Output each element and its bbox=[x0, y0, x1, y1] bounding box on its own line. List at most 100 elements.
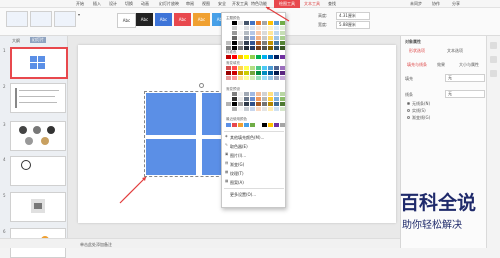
color-swatch[interactable] bbox=[250, 55, 255, 59]
menu-slideshow[interactable]: 幻灯片放映 bbox=[159, 1, 179, 7]
color-swatch[interactable] bbox=[238, 107, 243, 111]
color-swatch[interactable] bbox=[226, 102, 231, 106]
properties-icon[interactable] bbox=[490, 42, 497, 49]
more-fill-colors-item[interactable]: 其他填充颜色(M)... bbox=[230, 135, 264, 141]
color-swatch[interactable] bbox=[256, 123, 261, 127]
color-swatch[interactable] bbox=[238, 71, 243, 75]
notes-placeholder[interactable]: 单击此处添加备注 bbox=[80, 242, 112, 248]
color-swatch[interactable] bbox=[280, 55, 285, 59]
color-swatch[interactable] bbox=[250, 26, 255, 30]
style-swatch-2[interactable]: Abc bbox=[136, 13, 153, 26]
menu-home[interactable]: 开始 bbox=[76, 1, 84, 7]
color-swatch[interactable] bbox=[250, 36, 255, 40]
color-swatch[interactable] bbox=[250, 92, 255, 96]
menu-developer[interactable]: 开发工具 bbox=[232, 1, 248, 7]
color-swatch[interactable] bbox=[232, 31, 237, 35]
color-swatch[interactable] bbox=[280, 66, 285, 70]
slide-thumb-5[interactable] bbox=[10, 192, 66, 222]
search-label[interactable]: 查找 bbox=[328, 1, 336, 7]
radio-solid-line[interactable] bbox=[407, 109, 410, 112]
eyedropper-item[interactable]: 取色器(E) bbox=[230, 144, 248, 150]
color-swatch[interactable] bbox=[268, 41, 273, 45]
color-swatch[interactable] bbox=[238, 46, 243, 50]
format-icon[interactable] bbox=[490, 56, 497, 63]
fill-section-label[interactable]: 填充 bbox=[405, 76, 413, 82]
color-swatch[interactable] bbox=[232, 123, 237, 127]
color-swatch[interactable] bbox=[244, 41, 249, 45]
color-swatch[interactable] bbox=[256, 71, 261, 75]
radio-gradient-line[interactable] bbox=[407, 116, 410, 119]
color-swatch[interactable] bbox=[268, 36, 273, 40]
color-swatch[interactable] bbox=[280, 46, 285, 50]
subtab-effects[interactable]: 效果 bbox=[437, 62, 445, 68]
style-swatch-3[interactable]: Abc bbox=[155, 13, 172, 26]
color-swatch[interactable] bbox=[280, 31, 285, 35]
color-swatch[interactable] bbox=[274, 102, 279, 106]
color-swatch[interactable] bbox=[244, 26, 249, 30]
color-swatch[interactable] bbox=[274, 66, 279, 70]
color-swatch[interactable] bbox=[244, 36, 249, 40]
color-swatch[interactable] bbox=[250, 102, 255, 106]
color-swatch[interactable] bbox=[238, 21, 243, 25]
color-swatch[interactable] bbox=[256, 46, 261, 50]
color-swatch[interactable] bbox=[262, 36, 267, 40]
color-swatch[interactable] bbox=[262, 31, 267, 35]
gradient-color-grid[interactable] bbox=[226, 66, 285, 80]
color-swatch[interactable] bbox=[274, 76, 279, 80]
menu-design[interactable]: 设计 bbox=[109, 1, 117, 7]
color-swatch[interactable] bbox=[262, 92, 267, 96]
color-swatch[interactable] bbox=[280, 92, 285, 96]
color-swatch[interactable] bbox=[232, 102, 237, 106]
color-swatch[interactable] bbox=[226, 123, 231, 127]
color-swatch[interactable] bbox=[268, 123, 273, 127]
color-swatch[interactable] bbox=[274, 55, 279, 59]
menu-transition[interactable]: 切换 bbox=[125, 1, 133, 7]
color-swatch[interactable] bbox=[268, 66, 273, 70]
color-swatch[interactable] bbox=[250, 97, 255, 101]
tab-shape-options[interactable]: 形状选项 bbox=[409, 48, 425, 54]
color-swatch[interactable] bbox=[226, 76, 231, 80]
color-swatch[interactable] bbox=[274, 97, 279, 101]
color-swatch[interactable] bbox=[226, 71, 231, 75]
color-swatch[interactable] bbox=[280, 97, 285, 101]
subtab-size[interactable]: 大小与属性 bbox=[459, 62, 479, 68]
menu-insert[interactable]: 插入 bbox=[93, 1, 101, 7]
menu-review[interactable]: 审阅 bbox=[186, 1, 194, 7]
tab-text-options[interactable]: 文本选项 bbox=[447, 48, 463, 54]
color-swatch[interactable] bbox=[274, 123, 279, 127]
color-swatch[interactable] bbox=[232, 26, 237, 30]
color-swatch[interactable] bbox=[274, 26, 279, 30]
style-swatch-5[interactable]: Abc bbox=[193, 13, 210, 26]
color-swatch[interactable] bbox=[250, 71, 255, 75]
color-swatch[interactable] bbox=[262, 46, 267, 50]
color-swatch[interactable] bbox=[262, 107, 267, 111]
color-swatch[interactable] bbox=[226, 41, 231, 45]
color-swatch[interactable] bbox=[244, 71, 249, 75]
color-swatch[interactable] bbox=[262, 71, 267, 75]
color-swatch[interactable] bbox=[256, 31, 261, 35]
gradient-preset-grid[interactable] bbox=[226, 92, 285, 111]
style-swatch-4[interactable]: Abc bbox=[174, 13, 191, 26]
color-swatch[interactable] bbox=[268, 46, 273, 50]
color-swatch[interactable] bbox=[238, 123, 243, 127]
shape-gallery-3[interactable] bbox=[54, 11, 76, 27]
collab-button[interactable]: 协作 bbox=[432, 1, 440, 7]
color-swatch[interactable] bbox=[232, 66, 237, 70]
color-swatch[interactable] bbox=[262, 66, 267, 70]
color-swatch[interactable] bbox=[274, 41, 279, 45]
picture-fill-item[interactable]: 图片(I)... bbox=[230, 153, 246, 159]
color-swatch[interactable] bbox=[268, 71, 273, 75]
standard-color-row[interactable] bbox=[226, 55, 285, 59]
color-swatch[interactable] bbox=[256, 36, 261, 40]
color-swatch[interactable] bbox=[250, 21, 255, 25]
color-swatch[interactable] bbox=[226, 36, 231, 40]
color-swatch[interactable] bbox=[232, 76, 237, 80]
color-swatch[interactable] bbox=[232, 21, 237, 25]
color-swatch[interactable] bbox=[262, 55, 267, 59]
color-swatch[interactable] bbox=[262, 76, 267, 80]
color-swatch[interactable] bbox=[232, 107, 237, 111]
color-swatch[interactable] bbox=[262, 26, 267, 30]
color-swatch[interactable] bbox=[238, 26, 243, 30]
menu-security[interactable]: 安全 bbox=[218, 1, 226, 7]
edit-shape-label[interactable]: ▾ bbox=[78, 12, 80, 17]
